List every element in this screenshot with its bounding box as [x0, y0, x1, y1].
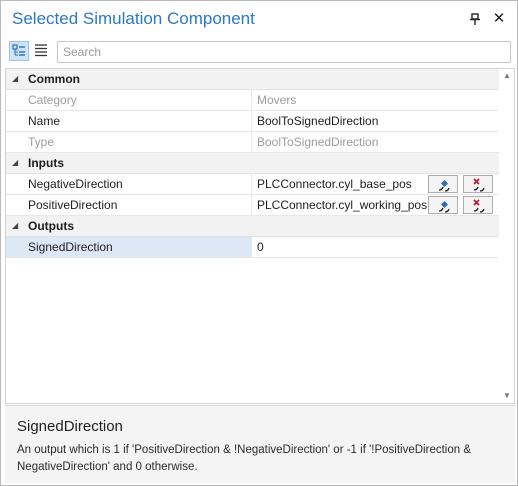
collapse-arrow-icon[interactable]: ◢ [12, 216, 18, 236]
connect-signal-icon[interactable] [428, 175, 458, 193]
scroll-down-icon[interactable]: ▼ [499, 389, 514, 403]
window-title: Selected Simulation Component [12, 9, 255, 28]
scroll-up-icon[interactable]: ▲ [499, 69, 514, 83]
property-name: NegativeDirection [6, 174, 252, 194]
category-label: Outputs [28, 219, 74, 233]
title-bar: Selected Simulation Component ✕ [1, 1, 517, 37]
description-text: An output which is 1 if 'PositiveDirecti… [17, 444, 471, 473]
property-name: PositiveDirection [6, 195, 252, 215]
property-value[interactable]: 0 [253, 237, 264, 257]
property-grid: ◢ Common Category Movers Name BoolToSignedDir… [5, 68, 515, 404]
close-icon[interactable]: ✕ [490, 10, 508, 28]
property-row[interactable]: Category Movers [6, 90, 499, 111]
disconnect-signal-icon[interactable] [463, 196, 493, 214]
property-value: Movers [257, 93, 297, 107]
property-value: BoolToSignedDirection [257, 135, 379, 149]
property-rows: ◢ Common Category Movers Name BoolToSignedDir… [6, 69, 499, 258]
property-row[interactable]: NegativeDirection PLCConnector.cyl_base_p… [6, 174, 499, 195]
property-row[interactable]: PositiveDirection PLCConnector.cyl_workin… [6, 195, 499, 216]
category-label: Common [28, 72, 80, 86]
simulation-component-window: Selected Simulation Component ✕ Search ◢… [0, 0, 518, 486]
toolbar [1, 39, 517, 67]
categorized-view-icon[interactable] [9, 41, 29, 61]
property-value[interactable]: BoolToSignedDirection [253, 111, 378, 131]
collapse-arrow-icon[interactable]: ◢ [12, 69, 18, 89]
property-row[interactable]: Name BoolToSignedDirection [6, 111, 499, 132]
category-row-outputs[interactable]: ◢ Outputs [6, 216, 499, 237]
description-title: SignedDirection [17, 418, 123, 435]
category-label: Inputs [28, 156, 64, 170]
property-name: Category [6, 90, 252, 110]
pin-icon[interactable] [468, 12, 482, 26]
property-name: Type [6, 132, 252, 152]
description-panel: SignedDirection An output which is 1 if … [5, 405, 515, 483]
property-name: Name [6, 111, 252, 131]
search-input[interactable] [57, 41, 511, 63]
collapse-arrow-icon[interactable]: ◢ [12, 153, 18, 173]
property-name: SignedDirection [6, 237, 252, 257]
category-row-inputs[interactable]: ◢ Inputs [6, 153, 499, 174]
property-row[interactable]: SignedDirection 0 [6, 237, 499, 258]
property-value[interactable]: PLCConnector.cyl_base_pos [253, 174, 427, 194]
property-row[interactable]: Type BoolToSignedDirection [6, 132, 499, 153]
disconnect-signal-icon[interactable] [463, 175, 493, 193]
vertical-scrollbar[interactable]: ▲ ▼ [499, 69, 514, 403]
property-value[interactable]: PLCConnector.cyl_working_pos [253, 195, 427, 215]
category-row-common[interactable]: ◢ Common [6, 69, 499, 90]
connect-signal-icon[interactable] [428, 196, 458, 214]
alphabetical-view-icon[interactable] [32, 41, 52, 61]
